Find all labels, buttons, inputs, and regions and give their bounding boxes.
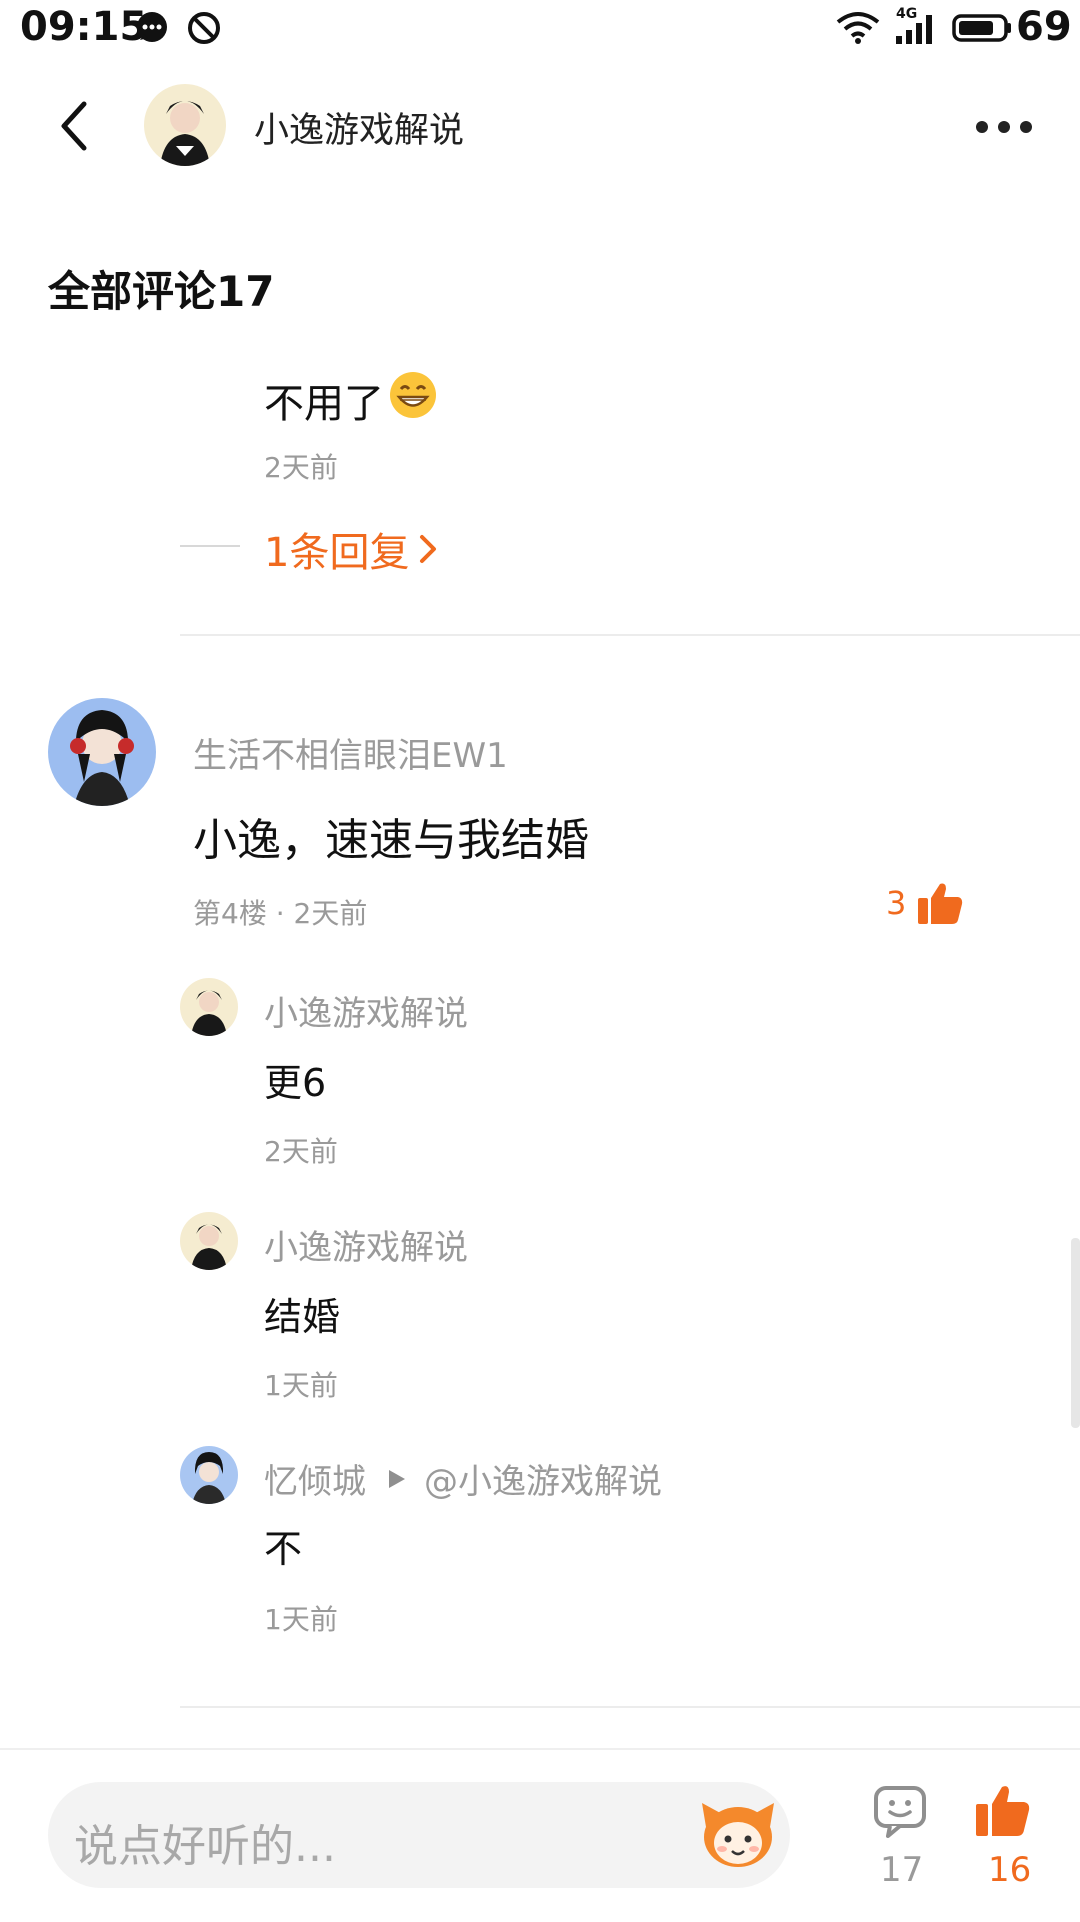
thumbs-up-icon — [918, 883, 963, 924]
reply-avatar[interactable] — [180, 978, 238, 1036]
comments-button[interactable] — [872, 1784, 928, 1844]
reply-text: 不用了 — [264, 370, 438, 430]
comments-section-title: 全部评论17 — [48, 267, 275, 316]
comment-count: 17 — [880, 1850, 924, 1890]
reply-username[interactable]: 忆倾城 — [264, 1454, 366, 1503]
comment-divider — [180, 1706, 1080, 1708]
author-avatar[interactable] — [144, 84, 226, 166]
comment-text: 小逸，速速与我结婚 — [193, 815, 589, 866]
comment-meta: 第4楼 · 2天前 — [193, 897, 368, 930]
more-options-icon[interactable] — [976, 118, 1042, 137]
mascot-emoji-icon[interactable] — [698, 1797, 778, 1873]
battery-icon — [952, 10, 1012, 50]
reply-time: 2天前 — [264, 451, 338, 484]
reply-username[interactable]: 小逸游戏解说 — [264, 1220, 468, 1269]
chevron-right-icon — [420, 535, 437, 563]
reply-connector-line — [180, 545, 240, 547]
reply-avatar[interactable] — [180, 1212, 238, 1270]
comment-like-button[interactable]: 3 — [886, 880, 964, 926]
reply-text: 更6 — [264, 1061, 327, 1105]
header-title[interactable]: 小逸游戏解说 — [254, 102, 464, 153]
do-not-disturb-icon — [186, 10, 222, 50]
back-button[interactable] — [48, 96, 108, 156]
comment-bubble-icon — [874, 1786, 926, 1838]
view-replies-link[interactable]: 1条回复 — [264, 520, 441, 578]
message-notification-icon — [134, 10, 170, 50]
reply-header: 忆倾城 @小逸游戏解说 — [264, 1454, 662, 1503]
comment-divider — [180, 634, 1080, 636]
wifi-icon — [836, 10, 880, 50]
battery-level: 69 — [1016, 4, 1072, 50]
reply-text: 结婚 — [264, 1295, 341, 1339]
like-count: 16 — [988, 1850, 1032, 1890]
play-arrow-icon — [389, 1469, 405, 1488]
grin-emoji-icon — [388, 370, 438, 430]
signal-icon — [894, 10, 938, 50]
scrollbar[interactable] — [1071, 1238, 1080, 1428]
comment-input-placeholder[interactable]: 说点好听的... — [74, 1810, 336, 1874]
like-button[interactable] — [974, 1782, 1030, 1842]
comment-like-count: 3 — [886, 884, 907, 922]
commenter-avatar[interactable] — [48, 698, 156, 806]
reply-time: 1天前 — [264, 1369, 338, 1402]
thumbs-up-icon — [976, 1786, 1030, 1836]
reply-avatar[interactable] — [180, 1446, 238, 1504]
reply-time: 1天前 — [264, 1603, 338, 1636]
reply-text: 不 — [264, 1527, 303, 1571]
status-time: 09:15 — [20, 4, 148, 50]
commenter-username[interactable]: 生活不相信眼泪EW1 — [193, 728, 508, 777]
reply-to-mention[interactable]: @小逸游戏解说 — [424, 1454, 662, 1503]
chevron-left-icon — [61, 101, 87, 151]
reply-username[interactable]: 小逸游戏解说 — [264, 986, 468, 1035]
reply-time: 2天前 — [264, 1135, 338, 1168]
